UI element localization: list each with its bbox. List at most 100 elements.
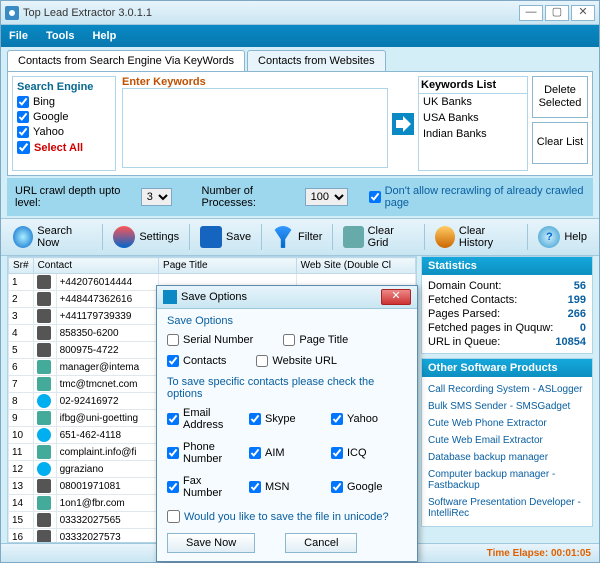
dialog-close-button[interactable]: ✕ <box>381 289 411 305</box>
tab-search-engine[interactable]: Contacts from Search Engine Via KeyWords <box>7 50 245 71</box>
contact-type-icon <box>37 496 51 510</box>
products-panel: Other Software Products Call Recording S… <box>421 358 593 527</box>
floppy-icon <box>200 226 222 248</box>
contact-type-icon <box>37 343 51 357</box>
contact-type-icon <box>37 513 51 527</box>
dialog-title: Save Options <box>181 291 381 303</box>
funnel-icon <box>272 226 294 248</box>
close-button[interactable]: ✕ <box>571 5 595 21</box>
clear-grid-button[interactable]: Clear Grid <box>337 223 419 251</box>
product-link[interactable]: Database backup manager <box>428 449 586 466</box>
contact-type-icon <box>37 445 51 459</box>
keyword-item[interactable]: UK Banks <box>419 94 527 110</box>
opt-serial[interactable]: Serial Number <box>167 334 253 346</box>
contact-type-icon <box>37 292 51 306</box>
save-options-dialog: Save Options ✕ Save Options Serial Numbe… <box>156 285 418 562</box>
opt-icq[interactable]: ICQ <box>331 441 407 465</box>
maximize-button[interactable]: ▢ <box>545 5 569 21</box>
dialog-titlebar: Save Options ✕ <box>157 286 417 309</box>
pages-parsed: 266 <box>568 308 586 320</box>
keyword-item[interactable]: USA Banks <box>419 110 527 126</box>
menu-tools[interactable]: Tools <box>46 30 75 42</box>
col-sr[interactable]: Sr# <box>9 258 34 274</box>
contact-type-icon <box>37 394 51 408</box>
contact-type-icon <box>37 462 51 476</box>
tab-body: Search Engine Bing Google Yahoo Select A… <box>7 71 593 176</box>
opt-aim[interactable]: AIM <box>249 441 325 465</box>
opt-unicode[interactable]: Would you like to save the file in unico… <box>167 510 407 523</box>
product-link[interactable]: Computer backup manager - Fastbackup <box>428 466 586 494</box>
help-icon: ? <box>538 226 560 248</box>
crawl-depth-select[interactable]: 3 <box>141 188 172 206</box>
search-now-button[interactable]: Search Now <box>7 223 98 251</box>
time-elapse: Time Elapse: 00:01:05 <box>487 548 591 559</box>
col-contact[interactable]: Contact <box>33 258 158 274</box>
tools-icon <box>113 226 135 248</box>
opt-phone[interactable]: Phone Number <box>167 441 243 465</box>
product-link[interactable]: Bulk SMS Sender - SMSGadget <box>428 398 586 415</box>
processes-select[interactable]: 100 <box>305 188 348 206</box>
broom-icon <box>435 226 455 248</box>
keywords-panel: Enter Keywords <box>122 76 388 171</box>
opt-weburl[interactable]: Website URL <box>256 355 337 367</box>
app-title: Top Lead Extractor 3.0.1.1 <box>23 7 519 19</box>
opt-skype[interactable]: Skype <box>249 407 325 431</box>
menubar: File Tools Help <box>1 25 599 47</box>
settings-button[interactable]: Settings <box>107 224 185 250</box>
contact-type-icon <box>37 275 51 289</box>
delete-selected-button[interactable]: Delete Selected <box>532 76 588 118</box>
product-link[interactable]: Cute Web Email Extractor <box>428 432 586 449</box>
opt-msn[interactable]: MSN <box>249 475 325 499</box>
titlebar: Top Lead Extractor 3.0.1.1 — ▢ ✕ <box>1 1 599 25</box>
minimize-button[interactable]: — <box>519 5 543 21</box>
pages-queue: 0 <box>580 322 586 334</box>
globe-icon <box>13 226 33 248</box>
contact-type-icon <box>37 411 51 425</box>
product-link[interactable]: Cute Web Phone Extractor <box>428 415 586 432</box>
contact-type-icon <box>37 530 51 543</box>
opt-fax[interactable]: Fax Number <box>167 475 243 499</box>
processes-label: Number of Processes: <box>202 185 299 209</box>
filter-button[interactable]: Filter <box>266 224 328 250</box>
floppy-icon <box>163 290 177 304</box>
col-pagetitle[interactable]: Page Title <box>159 258 297 274</box>
engine-bing[interactable]: Bing <box>17 96 111 108</box>
contact-type-icon <box>37 479 51 493</box>
clear-list-button[interactable]: Clear List <box>532 122 588 164</box>
add-keyword-button[interactable] <box>392 113 414 135</box>
cancel-button[interactable]: Cancel <box>285 533 357 553</box>
tab-row: Contacts from Search Engine Via KeyWords… <box>1 47 599 71</box>
crawl-options: URL crawl depth upto level: 3 Number of … <box>7 178 593 216</box>
save-now-button[interactable]: Save Now <box>167 533 255 553</box>
contact-type-icon <box>37 326 51 340</box>
product-link[interactable]: Call Recording System - ASLogger <box>428 381 586 398</box>
clear-history-button[interactable]: Clear History <box>429 223 524 251</box>
search-engine-header: Search Engine <box>17 81 111 93</box>
keywords-header: Enter Keywords <box>122 76 388 88</box>
menu-file[interactable]: File <box>9 30 28 42</box>
dont-recrawl[interactable]: Don't allow recrawling of already crawle… <box>369 185 585 209</box>
engine-google[interactable]: Google <box>17 111 111 123</box>
keywords-input[interactable] <box>122 88 388 168</box>
product-link[interactable]: Software Presentation Developer - Intell… <box>428 494 586 522</box>
trash-icon <box>343 226 363 248</box>
contact-type-icon <box>37 360 51 374</box>
opt-pagetitle[interactable]: Page Title <box>283 334 348 346</box>
keyword-item[interactable]: Indian Banks <box>419 126 527 142</box>
menu-help[interactable]: Help <box>92 30 116 42</box>
save-button[interactable]: Save <box>194 224 257 250</box>
opt-email[interactable]: Email Address <box>167 407 243 431</box>
dialog-tip: To save specific contacts please check t… <box>167 376 407 400</box>
statistics-panel: Statistics Domain Count:56 Fetched Conta… <box>421 256 593 354</box>
opt-google[interactable]: Google <box>331 475 407 499</box>
opt-contacts[interactable]: Contacts <box>167 355 226 367</box>
select-all[interactable]: Select All <box>17 141 111 154</box>
engine-yahoo[interactable]: Yahoo <box>17 126 111 138</box>
help-button[interactable]: ?Help <box>532 224 593 250</box>
url-queue: 10854 <box>555 336 586 348</box>
app-icon <box>5 6 19 20</box>
opt-yahoo[interactable]: Yahoo <box>331 407 407 431</box>
col-website[interactable]: Web Site (Double Cl <box>296 258 415 274</box>
tab-websites[interactable]: Contacts from Websites <box>247 50 386 71</box>
search-engine-panel: Search Engine Bing Google Yahoo Select A… <box>12 76 116 171</box>
